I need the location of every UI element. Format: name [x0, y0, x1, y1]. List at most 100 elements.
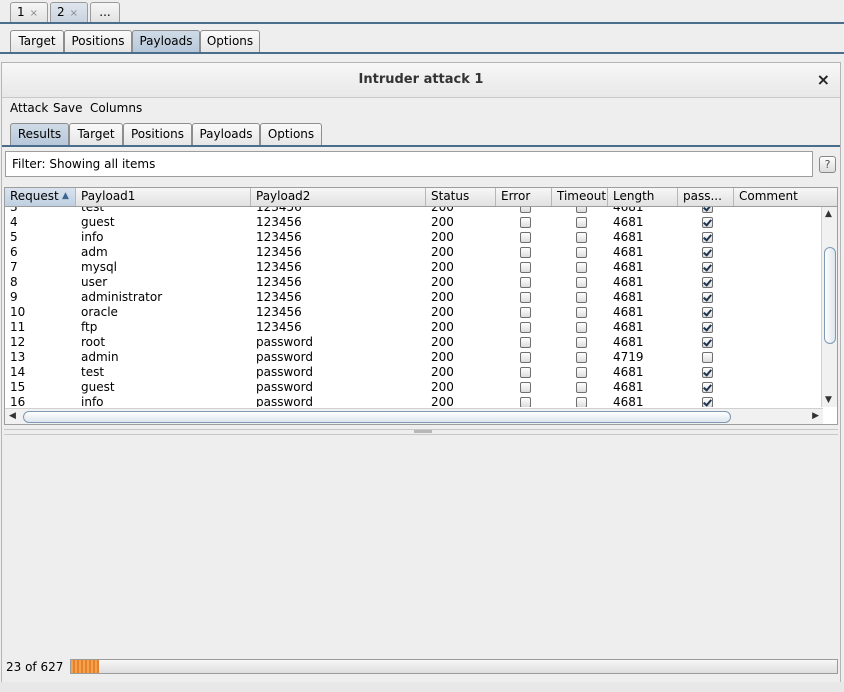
error-checkbox — [520, 292, 531, 303]
column-header-pass[interactable]: pass... — [678, 188, 734, 206]
payload1-cell: info — [81, 230, 104, 244]
close-icon[interactable]: × — [30, 8, 38, 19]
request-cell: 6 — [10, 245, 18, 259]
timeout-checkbox — [576, 217, 587, 228]
outer-tab-more[interactable]: ... — [90, 2, 120, 22]
filter-bar[interactable]: Filter: Showing all items — [5, 151, 813, 177]
length-cell: 4681 — [613, 380, 644, 394]
table-row[interactable]: 8 user 123456 200 4681 — [5, 275, 823, 290]
table-header: Request ▲ Payload1 Payload2 Status Error… — [5, 188, 837, 207]
table-row[interactable]: 5 info 123456 200 4681 — [5, 230, 823, 245]
table-row[interactable]: 9 administrator 123456 200 4681 — [5, 290, 823, 305]
table-row[interactable]: 16 info password 200 4681 — [5, 395, 823, 407]
request-cell: 13 — [10, 350, 26, 364]
table-row[interactable]: 4 guest 123456 200 4681 — [5, 215, 823, 230]
outer-tab-1[interactable]: 1 × — [10, 2, 48, 22]
status-cell: 200 — [431, 365, 454, 379]
column-header-request[interactable]: Request ▲ — [5, 188, 76, 206]
table-row[interactable]: 6 adm 123456 200 4681 — [5, 245, 823, 260]
tab-positions[interactable]: Positions — [64, 30, 132, 52]
table-row[interactable]: 10 oracle 123456 200 4681 — [5, 305, 823, 320]
tab-options[interactable]: Options — [260, 123, 322, 145]
column-header-payload1[interactable]: Payload1 — [76, 188, 251, 206]
payload1-cell: oracle — [81, 305, 118, 319]
payload1-cell: test — [81, 365, 105, 379]
scroll-right-icon[interactable]: ▶ — [812, 411, 819, 421]
tab-target[interactable]: Target — [69, 123, 123, 145]
payload2-cell: password — [256, 365, 313, 379]
table-row[interactable]: 3 test 123456 200 4681 — [5, 207, 823, 215]
timeout-checkbox — [576, 382, 587, 393]
error-checkbox — [520, 277, 531, 288]
table-row[interactable]: 12 root password 200 4681 — [5, 335, 823, 350]
table-row[interactable]: 13 admin password 200 4719 — [5, 350, 823, 365]
length-cell: 4681 — [613, 290, 644, 304]
length-cell: 4681 — [613, 207, 644, 214]
status-cell: 200 — [431, 245, 454, 259]
column-header-error[interactable]: Error — [496, 188, 552, 206]
progress-bar-fill — [71, 660, 100, 673]
horizontal-scroll-thumb[interactable] — [23, 411, 731, 423]
column-header-length[interactable]: Length — [608, 188, 678, 206]
menu-columns[interactable]: Columns — [90, 101, 142, 115]
help-icon[interactable]: ? — [819, 156, 836, 173]
column-header-status[interactable]: Status — [426, 188, 496, 206]
outer-tab-2[interactable]: 2 × — [50, 2, 88, 22]
table-row[interactable]: 14 test password 200 4681 — [5, 365, 823, 380]
payload1-cell: root — [81, 335, 106, 349]
dialog-titlebar[interactable]: Intruder attack 1 × — [2, 63, 840, 98]
tab-payloads[interactable]: Payloads — [192, 123, 260, 145]
tab-options[interactable]: Options — [200, 30, 260, 52]
length-cell: 4681 — [613, 260, 644, 274]
pane-splitter[interactable] — [4, 429, 838, 435]
menu-attack[interactable]: Attack — [10, 101, 48, 115]
comment-cell — [734, 365, 739, 380]
comment-cell — [734, 230, 739, 245]
status-cell: 200 — [431, 230, 454, 244]
tab-payloads[interactable]: Payloads — [132, 30, 200, 52]
request-cell: 5 — [10, 230, 18, 244]
table-row[interactable]: 15 guest password 200 4681 — [5, 380, 823, 395]
pass-checkbox — [702, 397, 713, 407]
splitter-grip[interactable] — [414, 430, 432, 433]
error-checkbox — [520, 367, 531, 378]
column-header-payload2[interactable]: Payload2 — [251, 188, 426, 206]
column-header-comment[interactable]: Comment — [734, 188, 837, 206]
timeout-checkbox — [576, 307, 587, 318]
table-body: 3 test 123456 200 4681 4 guest 123456 200 4681 5 in… — [5, 207, 823, 407]
results-table: Request ▲ Payload1 Payload2 Status Error… — [4, 187, 838, 425]
table-row[interactable]: 11 ftp 123456 200 4681 — [5, 320, 823, 335]
length-cell: 4719 — [613, 350, 644, 364]
error-checkbox — [520, 232, 531, 243]
timeout-checkbox — [576, 207, 587, 213]
dialog-title: Intruder attack 1 — [358, 72, 484, 87]
tab-target[interactable]: Target — [10, 30, 64, 52]
scroll-up-icon[interactable]: ▲ — [825, 209, 832, 219]
length-cell: 4681 — [613, 275, 644, 289]
error-checkbox — [520, 397, 531, 407]
column-header-timeout[interactable]: Timeout — [552, 188, 608, 206]
vertical-scrollbar[interactable]: ▲ ▼ — [821, 207, 837, 407]
scroll-down-icon[interactable]: ▼ — [825, 395, 832, 405]
scroll-left-icon[interactable]: ◀ — [9, 411, 16, 421]
payload2-cell: 123456 — [256, 207, 302, 214]
tab-positions[interactable]: Positions — [123, 123, 192, 145]
table-row[interactable]: 7 mysql 123456 200 4681 — [5, 260, 823, 275]
close-button[interactable]: × — [817, 70, 830, 89]
request-cell: 10 — [10, 305, 26, 319]
payload2-cell: 123456 — [256, 290, 302, 304]
payload1-cell: adm — [81, 245, 108, 259]
menu-save[interactable]: Save — [53, 101, 82, 115]
error-checkbox — [520, 262, 531, 273]
close-icon[interactable]: × — [70, 8, 78, 19]
status-cell: 200 — [431, 275, 454, 289]
tab-results[interactable]: Results — [10, 123, 69, 145]
comment-cell — [734, 290, 739, 305]
vertical-scroll-thumb[interactable] — [824, 247, 836, 344]
error-checkbox — [520, 207, 531, 213]
outer-tab-more-label: ... — [99, 5, 111, 19]
horizontal-scrollbar[interactable]: ◀ ▶ — [5, 408, 823, 424]
pass-checkbox — [702, 352, 713, 363]
pass-checkbox — [702, 337, 713, 348]
timeout-checkbox — [576, 232, 587, 243]
